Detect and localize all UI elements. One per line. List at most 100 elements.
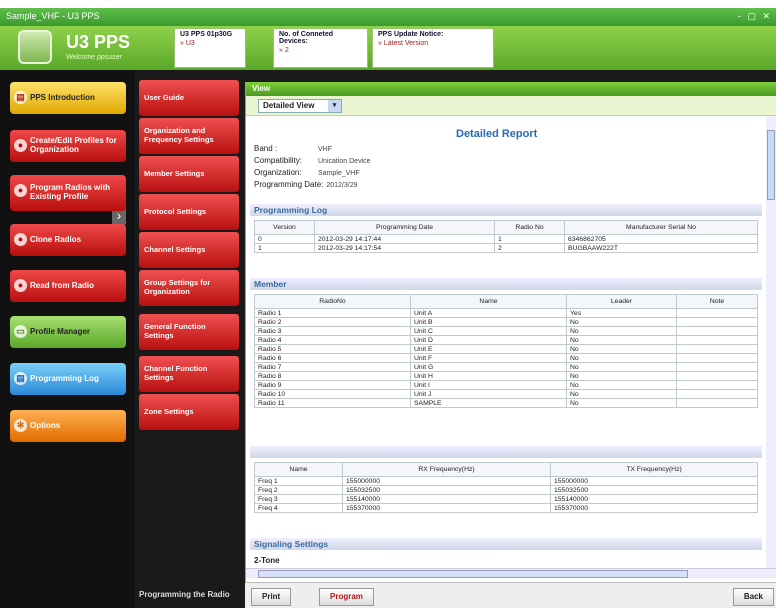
update-title: PPS Update Notice: [378, 31, 444, 38]
cell: 155032500 [342, 485, 551, 495]
devices-box: No. of Conneted Devices: » 2 [273, 28, 368, 68]
print-button[interactable]: Print [251, 588, 292, 606]
cell: Radio 7 [254, 362, 411, 372]
cell: No [566, 389, 677, 399]
gear-icon: ✻ [14, 419, 27, 432]
cell [676, 362, 758, 372]
program-button[interactable]: Program [319, 588, 374, 606]
nav-pps-introduction[interactable]: ▤ PPS Introduction [10, 82, 126, 114]
subnav-org-frequency[interactable]: Organization and Frequency Settings [139, 118, 239, 154]
cell: 155140000 [342, 494, 551, 504]
col-header: RadioNo [254, 294, 411, 309]
band-row: Band : VHF [254, 144, 332, 153]
subnav-channel-settings[interactable]: Channel Settings [139, 232, 239, 268]
col-header: Manufacturer Serial No [564, 220, 758, 235]
org-label: Organization: [254, 168, 302, 177]
cell: SAMPLE [410, 398, 567, 408]
col-header: TX Frequency(Hz) [550, 462, 758, 477]
nav-label: Create/Edit Profiles for Organization [30, 136, 117, 154]
cell [676, 371, 758, 381]
nav-clone-radios[interactable]: ● Clone Radios [10, 224, 126, 256]
nav-program-radios[interactable]: ● Program Radios with Existing Profile [10, 175, 126, 211]
update-value[interactable]: » Latest Version [378, 40, 488, 47]
cell: Unit H [410, 371, 567, 381]
window-controls[interactable]: - ▢ ✕ [738, 11, 772, 22]
cell: 2012-03-29 14:17:44 [314, 234, 495, 244]
subnav-user-guide[interactable]: User Guide [139, 80, 239, 116]
table-row: Radio 9 Unit I No [254, 380, 758, 390]
programming-log-table: Version Programming Date Radio No Manufa… [254, 220, 758, 253]
nav-programming-log[interactable]: ▤ Programming Log [10, 363, 126, 395]
subnav-protocol-settings[interactable]: Protocol Settings [139, 194, 239, 230]
table-row: Radio 10 Unit J No [254, 389, 758, 399]
cell: Yes [566, 308, 677, 318]
subnav-zone-settings[interactable]: Zone Settings [139, 394, 239, 430]
cell: Unit E [410, 344, 567, 354]
table-header-row: Name RX Frequency(Hz) TX Frequency(Hz) [254, 462, 758, 477]
cell: 2 [494, 243, 565, 253]
signaling-sub: 2-Tone [254, 556, 280, 565]
section-member: Member [250, 278, 762, 290]
detailed-report: Detailed Report Band : VHF Compatibility:… [246, 116, 767, 568]
cell: Unit F [410, 353, 567, 363]
vertical-scrollbar[interactable] [766, 116, 776, 568]
view-select[interactable]: Detailed View ▾ [258, 99, 342, 113]
col-header: Name [410, 294, 567, 309]
devices-title: No. of Conneted Devices: [279, 31, 334, 45]
subnav-group-settings[interactable]: Group Settings for Organization [139, 270, 239, 306]
nav-profile-manager[interactable]: ▭ Profile Manager [10, 316, 126, 348]
nav-label: Program Radios with Existing Profile [30, 183, 111, 201]
compat-value: Unication Device [318, 158, 371, 165]
cell [676, 317, 758, 327]
table-row: Radio 4 Unit D No [254, 335, 758, 345]
cell [676, 380, 758, 390]
subnav-channel-function[interactable]: Channel Function Settings [139, 356, 239, 392]
version-value[interactable]: » U3 [180, 40, 240, 47]
cell [676, 344, 758, 354]
cell: Radio 3 [254, 326, 411, 336]
nav-label: Read from Radio [30, 280, 95, 290]
app-header: U3 PPS Welcome ppsuser U3 PPS 01p30G » U… [0, 26, 776, 70]
log-icon: ▤ [14, 372, 27, 385]
frequency-rows: Freq 1 155000000 155000000 Freq 2 155032500 1… [254, 476, 758, 513]
nav-create-edit-profiles[interactable]: ● Create/Edit Profiles for Organization [10, 130, 126, 162]
frequency-table: Name RX Frequency(Hz) TX Frequency(Hz) F… [254, 462, 758, 513]
scroll-thumb[interactable] [258, 570, 688, 578]
cell: 1 [494, 234, 565, 244]
cell: 155000000 [342, 476, 551, 486]
cell: Radio 6 [254, 353, 411, 363]
cell: Freq 1 [254, 476, 343, 486]
nav-label: Profile Manager [30, 326, 91, 336]
cell: No [566, 353, 677, 363]
devices-value[interactable]: » 2 [279, 47, 362, 54]
cell: Radio 10 [254, 389, 411, 399]
app-name: U3 PPS [66, 32, 131, 52]
table-row: Radio 1 Unit A Yes [254, 308, 758, 318]
view-select-value: Detailed View [263, 101, 315, 110]
table-header-row: RadioNo Name Leader Note [254, 294, 758, 309]
date-row: Programming Date: 2012/3/29 [254, 180, 358, 189]
col-header: Radio No [494, 220, 565, 235]
cell: No [566, 344, 677, 354]
subnav-member-settings[interactable]: Member Settings [139, 156, 239, 192]
subnav-general-function[interactable]: General Function Settings [139, 314, 239, 350]
scroll-thumb[interactable] [767, 130, 775, 200]
chevron-down-icon[interactable]: ▾ [328, 100, 341, 112]
table-row: Radio 7 Unit G No [254, 362, 758, 372]
cell: Unit A [410, 308, 567, 318]
cell: 1 [254, 243, 315, 253]
nav-options[interactable]: ✻ Options [10, 410, 126, 442]
horizontal-scrollbar[interactable] [246, 568, 776, 578]
nav-read-from-radio[interactable]: ● Read from Radio [10, 270, 126, 302]
cell [676, 335, 758, 345]
cell: 2012-03-29 14:17:54 [314, 243, 495, 253]
cell: Freq 4 [254, 503, 343, 513]
back-button[interactable]: Back [732, 588, 774, 606]
cell: Radio 4 [254, 335, 411, 345]
view-header: View [246, 82, 776, 96]
window-title: Sample_VHF - U3 PPS [6, 11, 100, 21]
col-header: Note [676, 294, 758, 309]
org-row: Organization: Sample_VHF [254, 168, 360, 177]
col-header: Version [254, 220, 315, 235]
content-top-strip [245, 70, 776, 82]
